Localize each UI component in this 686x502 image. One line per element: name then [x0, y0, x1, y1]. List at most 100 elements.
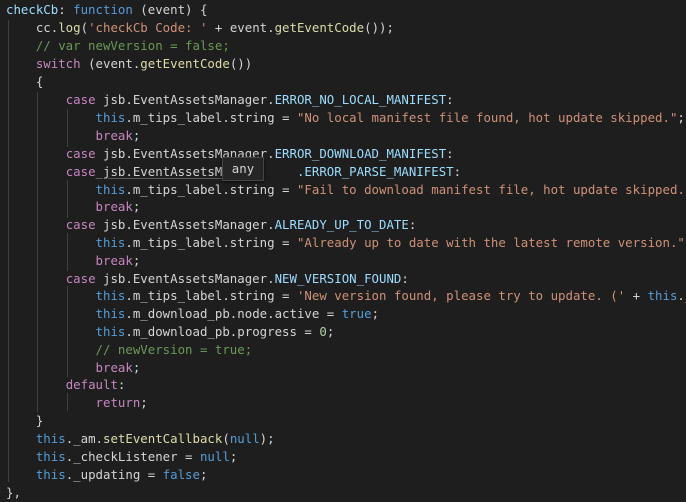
code-line[interactable]: this._checkListener = null;	[6, 448, 237, 466]
code-line[interactable]: break;	[6, 252, 141, 270]
code-token: :	[117, 377, 126, 392]
code-token: false	[162, 467, 200, 482]
code-line[interactable]: return;	[6, 394, 148, 412]
code-token: switch	[35, 56, 81, 71]
code-token: .m_tips_label.string =	[125, 288, 297, 303]
code-token: (event) {	[132, 2, 208, 17]
code-line[interactable]: case jsb.EventAssetsManager.NEW_VERSION_…	[6, 270, 409, 288]
code-token: this	[35, 449, 66, 464]
code-token: null	[229, 431, 260, 446]
code-token: return	[95, 395, 141, 410]
code-token: +	[625, 288, 648, 303]
code-token: :	[408, 217, 417, 232]
code-token: this	[95, 110, 126, 125]
code-token: break	[95, 128, 133, 143]
code-token: case	[65, 92, 96, 107]
code-token: // newVersion = true;	[6, 342, 253, 357]
code-line[interactable]: switch (event.getEventCode())	[6, 55, 252, 73]
code-token: ());	[364, 20, 394, 35]
code-token: this	[647, 288, 678, 303]
code-line[interactable]: break;	[6, 127, 141, 145]
code-token: .m_download_pb.progress =	[125, 324, 320, 339]
code-token: this	[95, 288, 126, 303]
code-editor[interactable]: checkCb: function (event) { cc.log('chec…	[0, 0, 686, 500]
code-token: ALREADY_UP_TO_DATE	[274, 217, 409, 232]
code-line[interactable]: this.m_download_pb.progress = 0;	[6, 323, 335, 341]
code-line[interactable]: checkCb: function (event) {	[6, 1, 207, 19]
code-token: case	[65, 164, 96, 179]
code-line[interactable]: this.m_tips_label.string = "Already up t…	[6, 234, 686, 252]
code-line[interactable]: break;	[6, 359, 141, 377]
code-line[interactable]: this.m_tips_label.string = 'New version …	[6, 287, 686, 305]
code-line[interactable]: case jsb.EventAssetsManager.ALREADY_UP_T…	[6, 216, 417, 234]
code-token: case	[65, 217, 96, 232]
code-token: ERROR_NO_LOCAL_MANIFEST	[274, 92, 447, 107]
code-token: },	[6, 485, 21, 500]
code-token: ;	[229, 449, 238, 464]
code-token: :	[58, 2, 74, 17]
code-token: ._checkListener =	[65, 449, 200, 464]
code-token: default	[65, 377, 118, 392]
code-token: ;	[677, 110, 685, 125]
code-token: (event.	[80, 56, 141, 71]
code-token: "No local manifest file found, hot updat…	[296, 110, 678, 125]
code-token: break	[95, 360, 133, 375]
code-line[interactable]: default:	[6, 376, 126, 394]
code-token: case	[65, 271, 96, 286]
code-token: :	[446, 92, 454, 107]
code-token: break	[95, 199, 133, 214]
code-token: ERROR_DOWNLOAD_MANIFEST	[274, 146, 447, 161]
code-token: "Fail to download manifest file, hot upd…	[296, 182, 686, 197]
code-token: NEW_VERSION_FOUND	[274, 271, 402, 286]
code-line[interactable]: case jsb.EventAssetsManager.ERROR_NO_LOC…	[6, 91, 454, 109]
code-token: 'New version found, please try to update…	[296, 288, 626, 303]
code-line[interactable]: this._am.setEventCallback(null);	[6, 430, 275, 448]
code-token: 'checkCb Code: '	[88, 20, 208, 35]
code-line[interactable]: },	[6, 484, 21, 502]
code-line[interactable]: cc.log('checkCb Code: ' + event.getEvent…	[6, 19, 394, 37]
code-line[interactable]: this.m_tips_label.string = "No local man…	[6, 109, 685, 127]
code-token: checkCb	[6, 2, 59, 17]
code-token: this	[95, 306, 126, 321]
code-line[interactable]: }	[6, 412, 43, 430]
code-line[interactable]: // var newVersion = false;	[6, 37, 230, 55]
code-token: 0	[319, 324, 327, 339]
code-token: jsb.EventAssetsManager.	[95, 271, 275, 286]
code-line[interactable]: // newVersion = true;	[6, 341, 253, 359]
code-token: setEventCallback	[103, 431, 223, 446]
code-line[interactable]: break;	[6, 198, 141, 216]
code-token: ._am.	[65, 431, 103, 446]
code-token: :	[453, 164, 462, 179]
code-line[interactable]: this._updating = false;	[6, 466, 208, 484]
code-token: this	[95, 235, 126, 250]
code-token: cc.	[6, 20, 59, 35]
code-token: }	[6, 413, 44, 428]
code-token: this	[35, 431, 66, 446]
code-token: .m_tips_label.string =	[125, 235, 297, 250]
code-token: ;	[132, 199, 141, 214]
code-token: :	[446, 146, 454, 161]
code-token: jsb.EventAssetsManager.	[95, 217, 275, 232]
code-token: ;	[132, 360, 141, 375]
code-token: ;	[199, 467, 208, 482]
code-line[interactable]: {	[6, 73, 43, 91]
code-token: // var newVersion = false;	[6, 38, 230, 53]
code-token: function	[73, 2, 133, 17]
code-line[interactable]: this.m_download_pb.node.active = true;	[6, 305, 380, 323]
code-token: .ERROR_PARSE_MANIFEST	[296, 164, 454, 179]
code-line[interactable]: this.m_tips_label.string = "Fail to down…	[6, 181, 686, 199]
code-token: {	[6, 74, 44, 89]
code-token: ;	[140, 395, 148, 410]
